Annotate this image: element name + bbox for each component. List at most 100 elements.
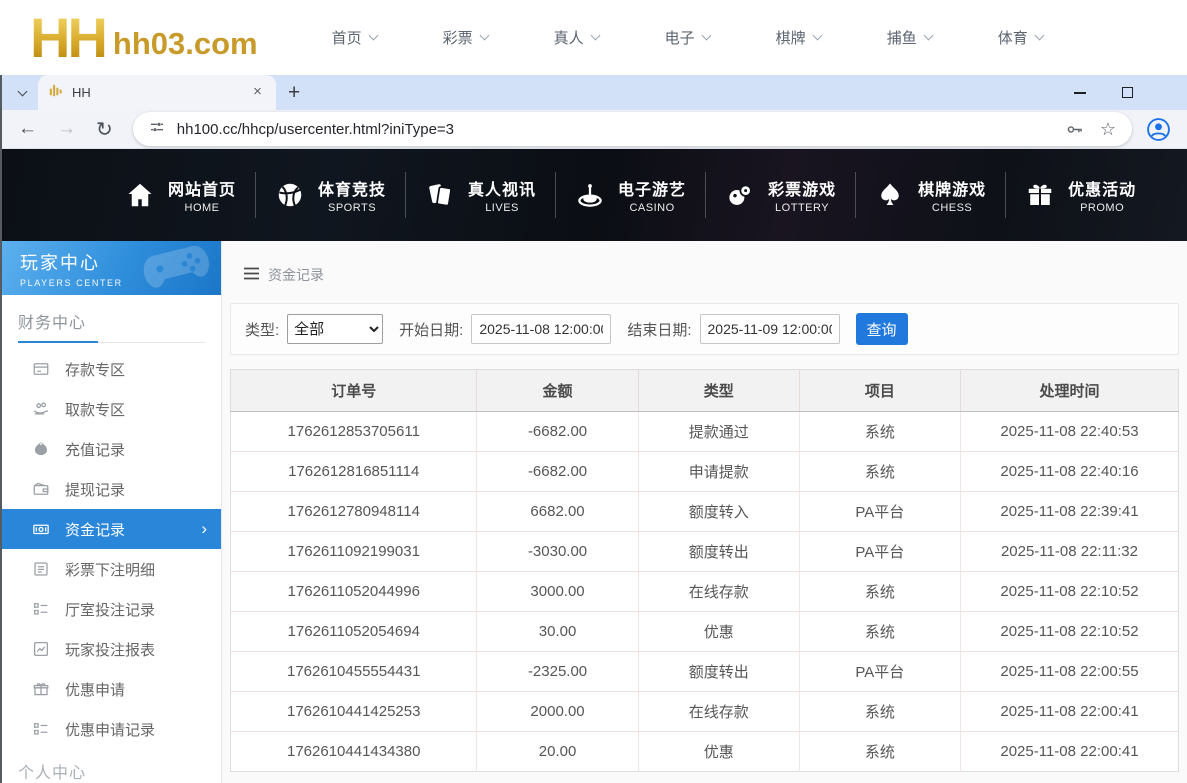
browser-tab[interactable]: HH [38,75,276,110]
url-text[interactable]: hh100.cc/hhcp/usercenter.html?iniType=3 [177,121,1049,138]
table-cell: -3030.00 [477,532,638,572]
table-cell: 1762610441434380 [231,732,477,772]
table-row: 1762611092199031-3030.00额度转出PA平台2025-11-… [231,532,1179,572]
roulette-icon [575,180,605,210]
sidebar-item-1[interactable]: 存款专区 [2,349,221,389]
lottery-balls-icon [725,180,755,210]
main-nav-item-chess[interactable]: 棋牌游戏 CHESS [856,176,1005,214]
finance-section-title: 财务中心 [18,309,205,343]
sidebar-item-5[interactable]: 资金记录 [2,509,221,549]
table-row: 17626110520449963000.00在线存款系统2025-11-08 … [231,572,1179,612]
table-cell: 提款通过 [638,412,799,452]
top-nav-item-5[interactable]: 棋牌 [776,27,821,48]
type-label: 类型: [245,319,279,340]
top-nav-item-2[interactable]: 彩票 [443,27,488,48]
table-cell: 1762610455554431 [231,652,477,692]
tab-search-button[interactable] [10,81,34,105]
table-cell: 系统 [799,732,960,772]
back-button[interactable] [18,118,37,140]
sidebar-item-2[interactable]: 取款专区 [2,389,221,429]
end-date-label: 结束日期: [627,319,691,340]
type-select[interactable]: 全部 [287,314,383,344]
top-nav: 首页 彩票 真人 电子 棋牌 捕鱼 体育 [332,27,1043,48]
table-row: 17626104414252532000.00在线存款系统2025-11-08 … [231,692,1179,732]
chevron-right-icon [201,519,207,539]
list-icon [32,560,50,578]
sidebar-item-8[interactable]: 玩家投注报表 [2,629,221,669]
sidebar-item-9[interactable]: 优惠申请 [2,669,221,709]
chevron-down-icon [17,87,27,97]
main-nav-item-casino[interactable]: 电子游艺 CASINO [556,176,705,214]
main-nav-item-promo[interactable]: 优惠活动 PROMO [1006,176,1155,214]
table-cell: 2025-11-08 22:40:16 [960,452,1178,492]
table-cell: 在线存款 [638,692,799,732]
window-minimize-button[interactable] [1074,92,1086,94]
cash-icon [32,520,50,538]
deposit-card-icon [32,360,50,378]
breadcrumb: 资金记录 [230,241,1179,303]
table-cell: 1762612853705611 [231,412,477,452]
browser-window: HH hh100.cc/hhcp/usercenter.html?iniType… [0,75,1187,783]
top-nav-item-7[interactable]: 体育 [998,27,1043,48]
sidebar-item-3[interactable]: 充值记录 [2,429,221,469]
bookmark-star-icon[interactable] [1100,119,1116,140]
address-bar[interactable]: hh100.cc/hhcp/usercenter.html?iniType=3 [133,112,1132,146]
browser-toolbar: hh100.cc/hhcp/usercenter.html?iniType=3 [2,110,1187,149]
main-nav-item-sports[interactable]: 体育竞技 SPORTS [256,176,405,214]
sidebar-item-4[interactable]: 提现记录 [2,469,221,509]
table-cell: 2025-11-08 22:10:52 [960,612,1178,652]
column-header-3: 类型 [638,370,799,412]
table-row: 176261044143438020.00优惠系统2025-11-08 22:0… [231,732,1179,772]
column-header-5: 处理时间 [960,370,1178,412]
main-nav-item-lottery[interactable]: 彩票游戏 LOTTERY [706,176,855,214]
column-header-2: 金额 [477,370,638,412]
browser-profile-icon[interactable] [1146,117,1171,142]
chevron-down-icon [923,31,933,41]
table-row: 1762612853705611-6682.00提款通过系统2025-11-08… [231,412,1179,452]
table-cell: 20.00 [477,732,638,772]
chevron-down-icon [479,31,489,41]
site-logo[interactable]: HH hh03.com [30,11,258,64]
table-cell: PA平台 [799,532,960,572]
main-nav-item-home[interactable]: 网站首页 HOME [106,176,255,214]
table-cell: 2025-11-08 22:39:41 [960,492,1178,532]
main-nav-item-lives[interactable]: 真人视讯 LIVES [406,176,555,214]
window-maximize-button[interactable] [1122,87,1133,98]
sidebar-menu: 存款专区 取款专区 充值记录 提现记录 资金记录 彩票下注明细 厅室投注记录 玩… [2,349,221,749]
table-cell: 系统 [799,692,960,732]
top-nav-item-4[interactable]: 电子 [665,27,710,48]
table-cell: 1762612816851114 [231,452,477,492]
reload-button[interactable] [96,117,113,142]
table-cell: 1762611052044996 [231,572,477,612]
withdraw-hand-icon [32,400,50,418]
players-center-header: 玩家中心 PLAYERS CENTER [2,241,221,295]
tab-close-icon[interactable] [249,84,266,101]
sidebar-item-6[interactable]: 彩票下注明细 [2,549,221,589]
table-cell: 额度转入 [638,492,799,532]
table-cell: 3000.00 [477,572,638,612]
sidebar-item-7[interactable]: 厅室投注记录 [2,589,221,629]
top-nav-item-1[interactable]: 首页 [332,27,377,48]
table-cell: 系统 [799,572,960,612]
wallet-icon [32,480,50,498]
new-tab-button[interactable] [288,84,300,102]
table-body: 1762612853705611-6682.00提款通过系统2025-11-08… [231,412,1179,772]
money-bag-icon [32,440,50,458]
top-nav-item-3[interactable]: 真人 [554,27,599,48]
report-chart-icon [32,640,50,658]
start-date-input[interactable] [471,314,611,344]
search-button[interactable]: 查询 [856,313,908,345]
playing-cards-icon [425,180,455,210]
end-date-input[interactable] [700,314,840,344]
table-row: 1762612816851114-6682.00申请提款系统2025-11-08… [231,452,1179,492]
breadcrumb-label: 资金记录 [268,265,324,285]
site-settings-icon[interactable] [149,119,165,140]
table-cell: -2325.00 [477,652,638,692]
gift-icon [1025,180,1055,210]
sidebar-item-10[interactable]: 优惠申请记录 [2,709,221,749]
top-nav-item-6[interactable]: 捕鱼 [887,27,932,48]
password-key-icon[interactable] [1065,120,1084,139]
table-row: 1762610455554431-2325.00额度转出PA平台2025-11-… [231,652,1179,692]
forward-button[interactable] [57,118,76,140]
table-row: 176261105205469430.00优惠系统2025-11-08 22:1… [231,612,1179,652]
